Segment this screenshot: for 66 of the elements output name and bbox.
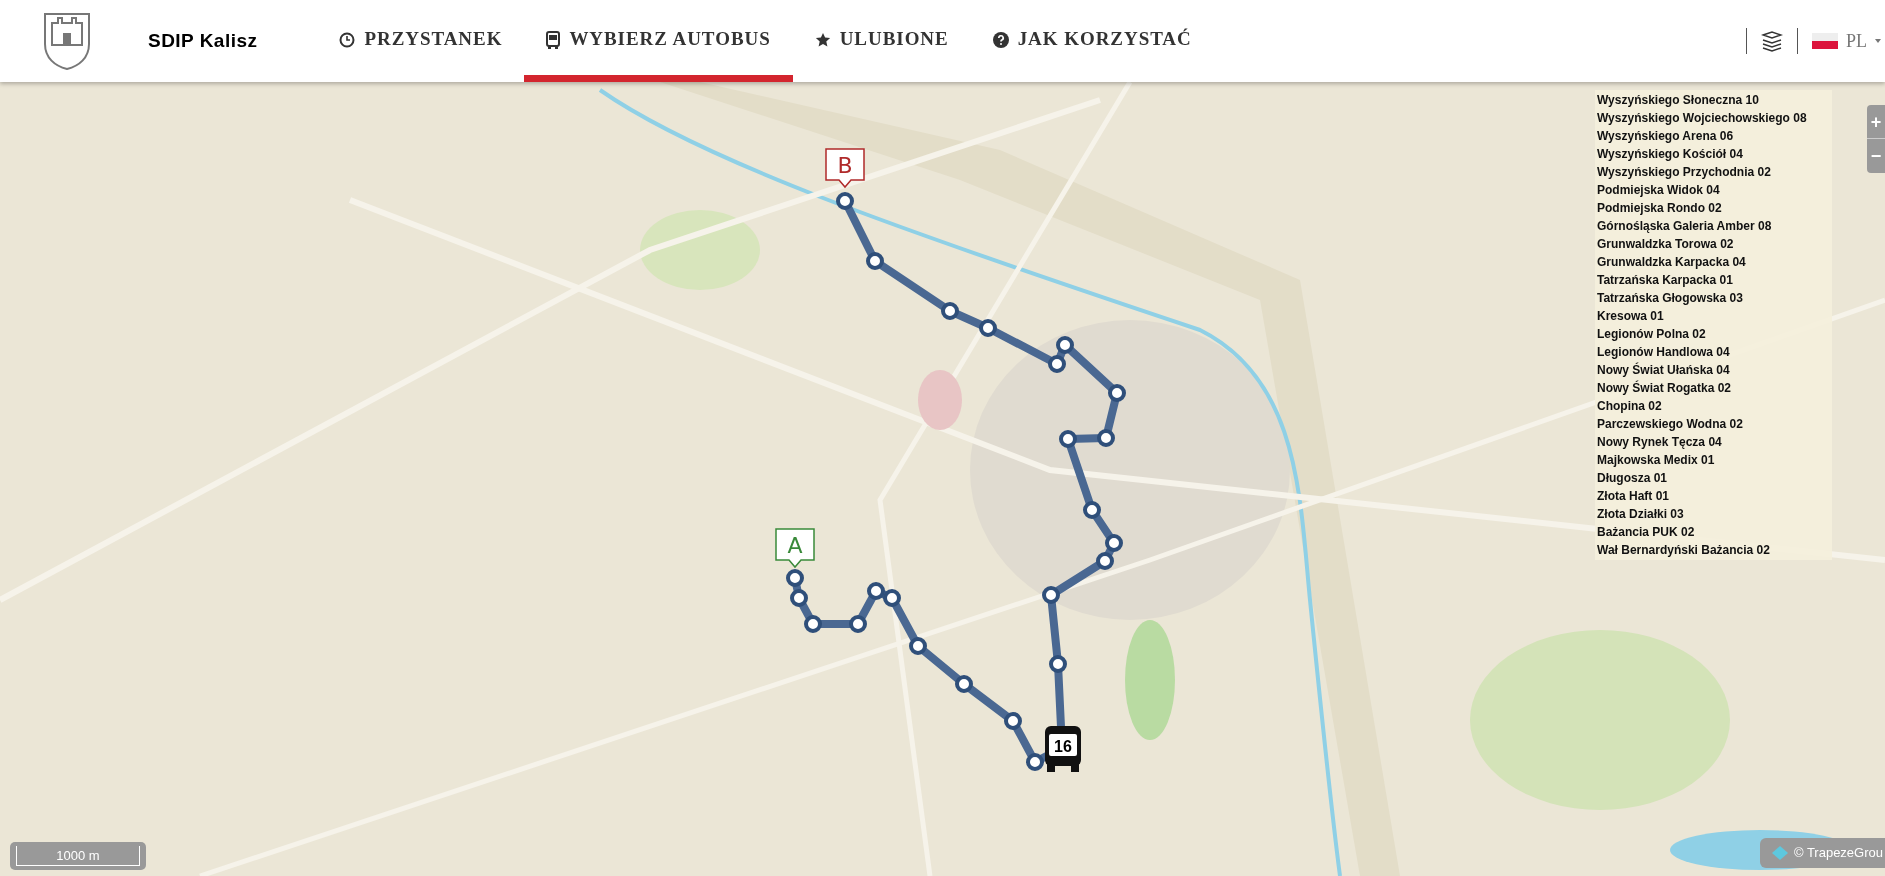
stop-name[interactable]: Wał Bernardyński Bażancia 02 <box>1597 541 1830 559</box>
bus-stop-marker[interactable] <box>867 582 885 600</box>
bus-stop-marker[interactable] <box>1059 430 1077 448</box>
bus-icon <box>546 30 561 49</box>
star-icon <box>814 31 831 48</box>
stop-name[interactable]: Wyszyńskiego Arena 06 <box>1597 127 1830 145</box>
stop-name[interactable]: Wyszyńskiego Kościół 04 <box>1597 145 1830 163</box>
bus-stop-marker[interactable] <box>1083 501 1101 519</box>
bus-stop-marker[interactable] <box>836 192 854 210</box>
attribution-badge: © TrapezeGrou <box>1759 838 1885 868</box>
stop-name[interactable]: Majkowska Medix 01 <box>1597 451 1830 469</box>
stop-name[interactable]: Legionów Polna 02 <box>1597 325 1830 343</box>
bus-stop-marker[interactable] <box>1056 336 1074 354</box>
bus-stop-marker[interactable] <box>1096 552 1114 570</box>
bus-stop-marker[interactable] <box>955 675 973 693</box>
stop-name[interactable]: Tatrzańska Karpacka 01 <box>1597 271 1830 289</box>
stop-name[interactable]: Podmiejska Widok 04 <box>1597 181 1830 199</box>
bus-stop-marker[interactable] <box>849 615 867 633</box>
city-crest-logo[interactable] <box>42 11 92 71</box>
bus-stop-marker[interactable] <box>1004 712 1022 730</box>
stop-name[interactable]: Bażancia PUK 02 <box>1597 523 1830 541</box>
scale-bar: 1000 m <box>10 842 146 870</box>
bus-stop-marker[interactable] <box>790 589 808 607</box>
stop-name[interactable]: Wyszyńskiego Przychodnia 02 <box>1597 163 1830 181</box>
logo-icon <box>1771 846 1788 860</box>
stop-name[interactable]: Nowy Świat Ułańska 04 <box>1597 361 1830 379</box>
stop-name[interactable]: Legionów Handlowa 04 <box>1597 343 1830 361</box>
bus-stop-marker[interactable] <box>1048 355 1066 373</box>
bus-stop-marker[interactable] <box>979 319 997 337</box>
bus-stop-marker[interactable] <box>786 569 804 587</box>
bus-stop-marker[interactable] <box>866 252 884 270</box>
stop-name[interactable]: Wyszyńskiego Słoneczna 10 <box>1597 91 1830 109</box>
bus-stop-marker[interactable] <box>1026 753 1044 771</box>
stop-name[interactable]: Grunwaldzka Karpacka 04 <box>1597 253 1830 271</box>
stop-name[interactable]: Nowy Rynek Tęcza 04 <box>1597 433 1830 451</box>
app-title: SDIP Kalisz <box>148 28 258 53</box>
bus-stop-marker[interactable] <box>1105 534 1123 552</box>
stop-name[interactable]: Nowy Świat Rogatka 02 <box>1597 379 1830 397</box>
stop-name[interactable]: Tatrzańska Głogowska 03 <box>1597 289 1830 307</box>
stop-name[interactable]: Kresowa 01 <box>1597 307 1830 325</box>
stop-name[interactable]: Złota Haft 01 <box>1597 487 1830 505</box>
stop-name[interactable]: Wyszyńskiego Wojciechowskiego 08 <box>1597 109 1830 127</box>
clock-icon <box>339 31 356 48</box>
flag-icon <box>1812 33 1838 49</box>
bus-stop-marker[interactable] <box>941 302 959 320</box>
bus-stop-marker[interactable] <box>1108 384 1126 402</box>
nav-tab[interactable]: ULUBIONE <box>792 0 971 82</box>
stop-name[interactable]: Parczewskiego Wodna 02 <box>1597 415 1830 433</box>
nav-tab[interactable]: JAK KORZYSTAĆ <box>970 0 1214 82</box>
language-selector[interactable]: PL <box>1812 27 1881 55</box>
bus-stop-marker[interactable] <box>883 589 901 607</box>
stop-name[interactable]: Złota Działki 03 <box>1597 505 1830 523</box>
nav-tab[interactable]: PRZYSTANEK <box>317 0 525 82</box>
layers-icon[interactable] <box>1761 30 1783 52</box>
bus-stop-marker[interactable] <box>1042 586 1060 604</box>
caret-icon <box>1875 38 1881 44</box>
bus-stop-marker[interactable] <box>1097 429 1115 447</box>
stop-name[interactable]: Podmiejska Rondo 02 <box>1597 199 1830 217</box>
stop-name[interactable]: Górnośląska Galeria Amber 08 <box>1597 217 1830 235</box>
stop-name[interactable]: Długosza 01 <box>1597 469 1830 487</box>
bus-stop-marker[interactable] <box>804 615 822 633</box>
help-icon <box>992 31 1009 48</box>
stop-name[interactable]: Chopina 02 <box>1597 397 1830 415</box>
bus-stop-marker[interactable] <box>909 637 927 655</box>
stop-name[interactable]: Grunwaldzka Torowa 02 <box>1597 235 1830 253</box>
bus-stop-marker[interactable] <box>1049 655 1067 673</box>
